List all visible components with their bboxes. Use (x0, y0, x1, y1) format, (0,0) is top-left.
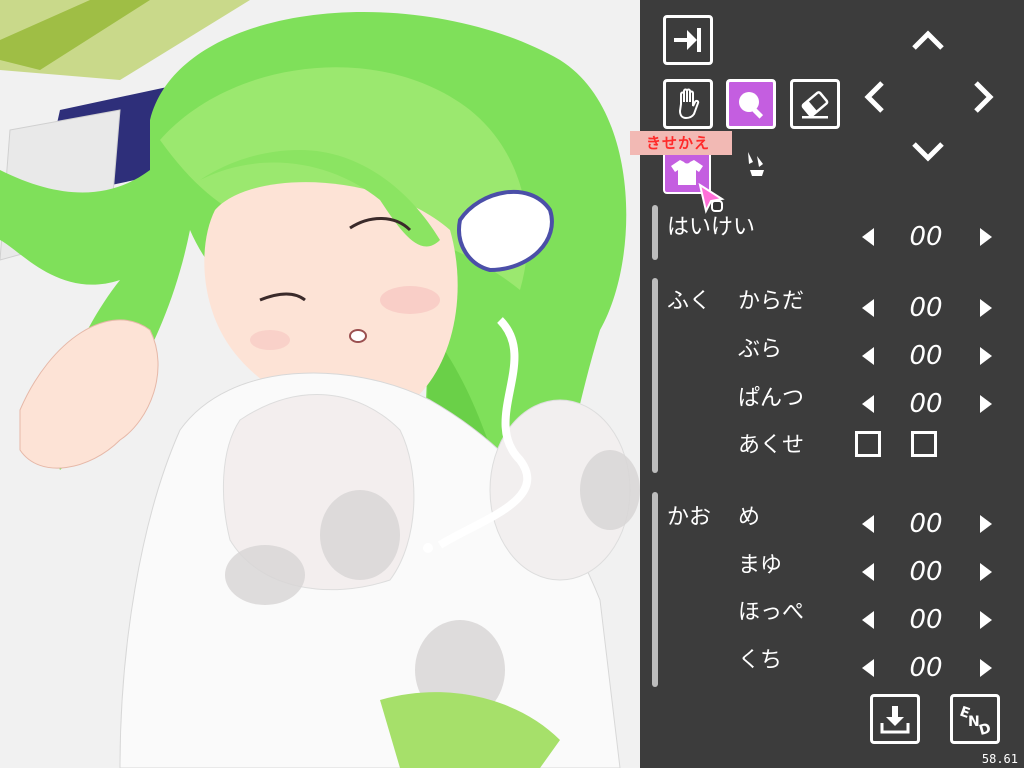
chevron-left-icon (864, 81, 884, 113)
background-value: 00 (909, 222, 943, 252)
clothes-label: ふく (667, 289, 712, 314)
download-icon (880, 706, 910, 734)
clothes-panties-prev-button[interactable] (862, 395, 874, 413)
face-brows-prev-button[interactable] (862, 563, 874, 581)
face-cheeks-value: 00 (909, 605, 943, 635)
face-brows-next-button[interactable] (980, 563, 992, 581)
eraser-icon (801, 91, 829, 119)
clothes-body-next-button[interactable] (980, 299, 992, 317)
sweat-checkbox-1[interactable] (855, 431, 881, 457)
face-eyes-value: 00 (909, 509, 943, 539)
pan-down-button[interactable] (906, 130, 950, 174)
background-label: はいけい (667, 215, 756, 240)
background-prev-button[interactable] (862, 228, 874, 246)
pan-left-button[interactable] (852, 75, 896, 119)
illustration-canvas (0, 0, 640, 768)
end-button[interactable]: E N D (950, 694, 1000, 744)
face-label: かお (667, 505, 712, 530)
pan-up-button[interactable] (906, 18, 950, 62)
face-mouth-prev-button[interactable] (862, 659, 874, 677)
sweat-checkbox-2[interactable] (911, 431, 937, 457)
face-brows-value: 00 (909, 557, 943, 587)
group-bar-clothes (652, 278, 658, 473)
clothes-panties-next-button[interactable] (980, 395, 992, 413)
save-button[interactable] (870, 694, 920, 744)
clothes-body-prev-button[interactable] (862, 299, 874, 317)
clothes-body-value: 00 (909, 293, 943, 323)
clothes-bra-value: 00 (909, 341, 943, 371)
splash-icon (748, 152, 764, 176)
clothes-bra-next-button[interactable] (980, 347, 992, 365)
face-mouth-next-button[interactable] (980, 659, 992, 677)
chevron-right-icon (974, 81, 994, 113)
end-icon: E N D (958, 704, 993, 737)
background-next-button[interactable] (980, 228, 992, 246)
shirt-icon (671, 160, 703, 185)
magnify-icon (739, 92, 764, 119)
sweat-label: あくせ (738, 433, 805, 458)
hand-icon (678, 88, 700, 120)
tooltip-dressup: きせかえ (630, 131, 732, 155)
face-row-label: くち (738, 648, 783, 673)
group-bar-background (652, 205, 658, 260)
svg-text:D: D (977, 721, 992, 737)
clothes-row-label: ぱんつ (738, 386, 805, 411)
magnify-tool-button[interactable] (726, 79, 776, 129)
mouse-cursor-icon (698, 183, 725, 214)
group-bar-face (652, 492, 658, 687)
exit-button[interactable] (663, 15, 713, 65)
face-row-label: ほっぺ (738, 600, 805, 625)
clothes-row-label: からだ (738, 289, 805, 314)
chevron-down-icon (912, 142, 944, 162)
face-row-label: まゆ (738, 553, 783, 578)
clothes-panties-value: 00 (909, 389, 943, 419)
eraser-tool-button[interactable] (790, 79, 840, 129)
hand-tool-button[interactable] (663, 79, 713, 129)
pan-right-button[interactable] (962, 75, 1006, 119)
face-cheeks-prev-button[interactable] (862, 611, 874, 629)
face-cheeks-next-button[interactable] (980, 611, 992, 629)
face-row-label: め (738, 505, 761, 530)
character-illustration[interactable] (0, 0, 640, 768)
exit-icon (674, 28, 701, 52)
fps-counter: 58.61 (981, 752, 1018, 766)
face-mouth-value: 00 (909, 653, 943, 683)
clothes-row-label: ぶら (738, 337, 783, 362)
face-eyes-next-button[interactable] (980, 515, 992, 533)
face-eyes-prev-button[interactable] (862, 515, 874, 533)
clothes-bra-prev-button[interactable] (862, 347, 874, 365)
chevron-up-icon (912, 30, 944, 50)
